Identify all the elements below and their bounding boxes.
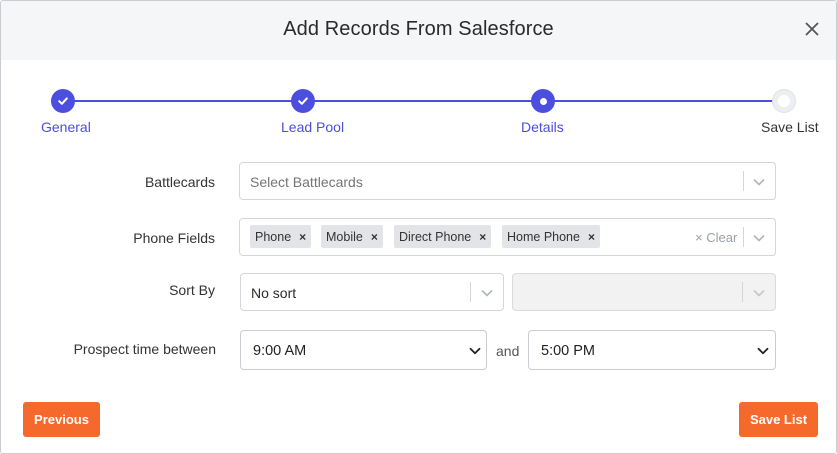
chevron-down-icon[interactable] — [752, 175, 766, 189]
time-range-connector: and — [496, 343, 520, 359]
step-general-check-icon — [51, 89, 75, 113]
sort-by-value: No sort — [251, 285, 297, 301]
sort-by-select[interactable]: No sort — [240, 273, 504, 311]
add-records-dialog: Add Records From Salesforce General Lead… — [0, 0, 837, 454]
step-details-dot-icon — [531, 89, 555, 113]
dialog-title: Add Records From Salesforce — [283, 18, 554, 40]
select-separator — [743, 171, 744, 191]
direct-phone-tag: Direct Phone × — [394, 225, 492, 248]
close-icon[interactable] — [802, 19, 822, 39]
step-general-label[interactable]: General — [41, 119, 91, 135]
start-time-value: 9:00 AM — [253, 343, 307, 359]
step-save-list-circle-icon — [772, 89, 796, 113]
chevron-down-icon[interactable] — [752, 231, 766, 245]
phone-tag: Phone × — [250, 225, 312, 248]
mobile-tag: Mobile × — [321, 225, 383, 248]
phone-fields-multiselect[interactable]: Phone × Mobile × Direct Phone × Home Pho… — [239, 218, 776, 256]
tag-label: Phone — [255, 229, 292, 244]
end-time-value: 5:00 PM — [541, 343, 595, 359]
save-list-button[interactable]: Save List — [739, 402, 818, 437]
tag-label: Direct Phone — [399, 229, 472, 244]
phone-fields-label: Phone Fields — [133, 230, 215, 246]
battlecards-label: Battlecards — [144, 174, 215, 190]
select-separator — [743, 227, 744, 247]
clear-button[interactable]: × Clear — [695, 230, 737, 245]
sort-direction-select — [512, 273, 776, 311]
stepper-progress-line — [63, 100, 783, 102]
chevron-down-icon[interactable] — [480, 286, 494, 300]
battlecards-placeholder: Select Battlecards — [250, 174, 363, 190]
dialog-header: Add Records From Salesforce — [1, 1, 836, 60]
chevron-down-icon — [752, 286, 766, 300]
sort-by-label: Sort By — [169, 282, 215, 298]
select-separator — [470, 282, 471, 302]
home-phone-tag: Home Phone × — [502, 225, 600, 248]
step-lead-pool-check-icon — [291, 89, 315, 113]
chevron-down-icon[interactable] — [756, 344, 770, 358]
battlecards-select[interactable]: Select Battlecards — [239, 162, 776, 200]
remove-tag-icon[interactable]: × — [479, 230, 486, 244]
step-save-list-label: Save List — [761, 119, 819, 135]
end-time-select[interactable]: 5:00 PM — [528, 330, 776, 370]
previous-button[interactable]: Previous — [23, 402, 100, 437]
chevron-down-icon[interactable] — [468, 344, 482, 358]
prospect-time-label: Prospect time between — [73, 341, 216, 357]
remove-tag-icon[interactable]: × — [371, 230, 378, 244]
tag-label: Mobile — [326, 229, 363, 244]
select-separator — [742, 282, 743, 302]
remove-tag-icon[interactable]: × — [588, 230, 595, 244]
step-lead-pool-label[interactable]: Lead Pool — [281, 119, 344, 135]
tag-label: Home Phone — [507, 229, 580, 244]
start-time-select[interactable]: 9:00 AM — [240, 330, 487, 370]
remove-tag-icon[interactable]: × — [299, 230, 306, 244]
step-details-label[interactable]: Details — [521, 119, 564, 135]
